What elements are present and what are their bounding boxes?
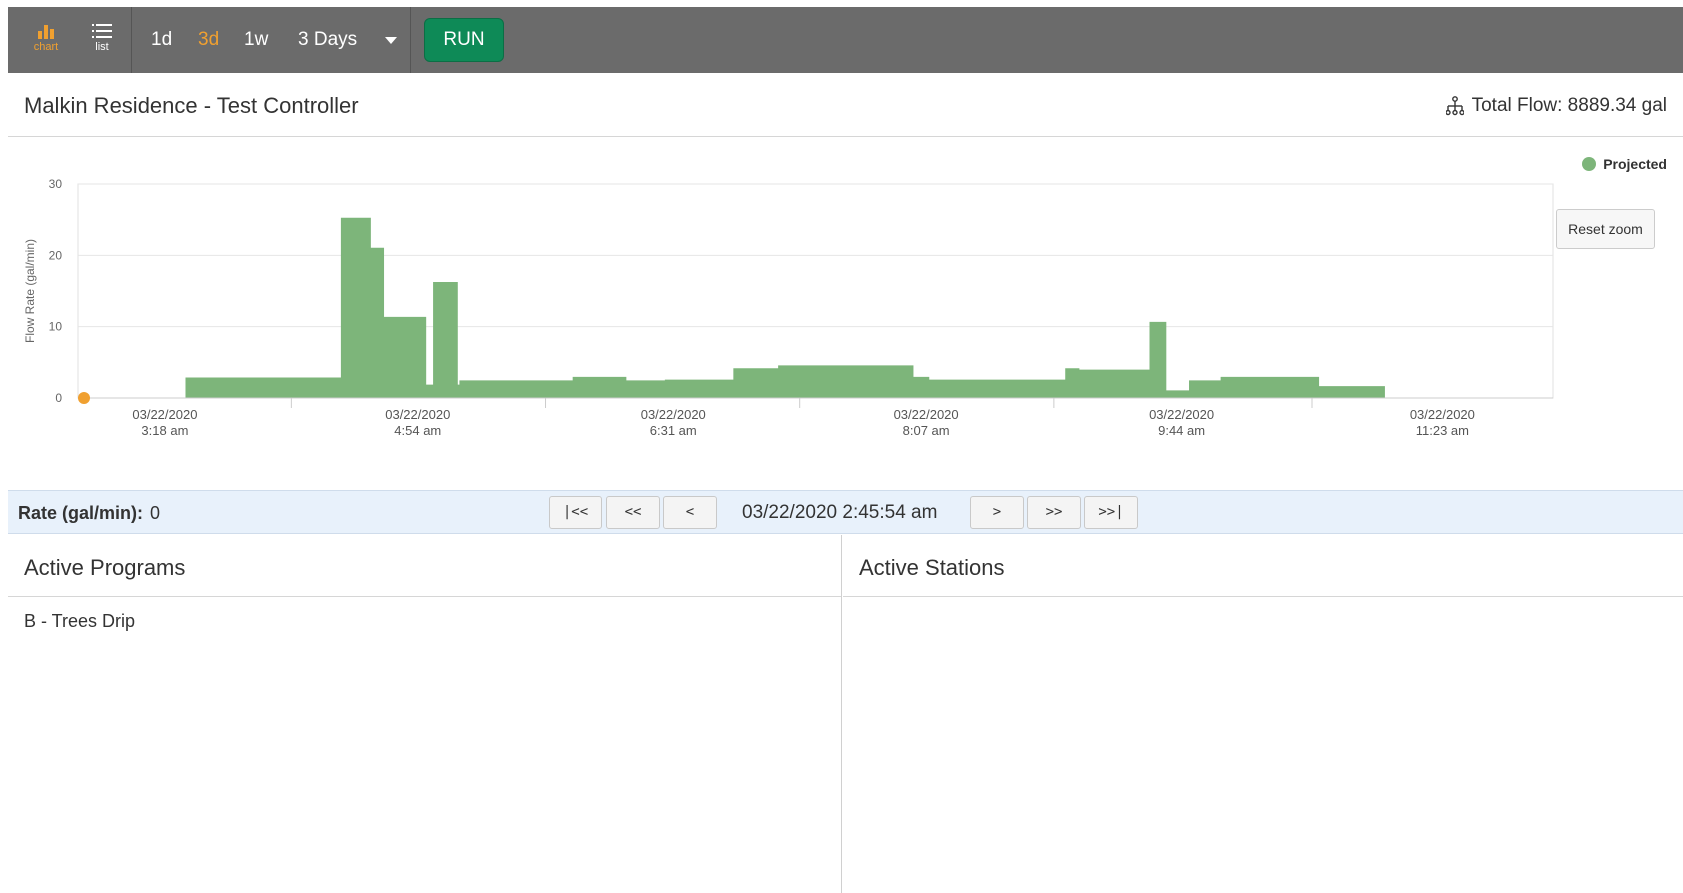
x-tick-time-label: 9:44 am xyxy=(1158,423,1205,438)
view-list-label: list xyxy=(95,41,109,53)
x-tick-date-label: 03/22/2020 xyxy=(1410,407,1475,422)
flow-tree-icon xyxy=(1445,96,1464,116)
range-3d-button[interactable]: 3d xyxy=(198,29,219,51)
legend-label: Projected xyxy=(1603,156,1667,172)
y-tick-label: 20 xyxy=(49,248,63,262)
reset-zoom-button[interactable]: Reset zoom xyxy=(1556,209,1655,249)
range-1d-button[interactable]: 1d xyxy=(151,29,172,51)
x-tick-date-label: 03/22/2020 xyxy=(894,407,959,422)
active-programs-title: Active Programs xyxy=(24,555,186,580)
view-chart-button[interactable]: chart xyxy=(18,7,74,73)
total-flow: Total Flow: 8889.34 gal xyxy=(1445,95,1667,117)
toolbar-divider xyxy=(410,7,411,73)
legend-marker xyxy=(1582,157,1597,171)
program-item[interactable]: B - Trees Drip xyxy=(24,611,135,632)
x-tick-time-label: 11:23 am xyxy=(1416,423,1469,438)
range-select[interactable]: 3 Days xyxy=(298,29,357,51)
rate-label: Rate (gal/min): xyxy=(18,503,144,523)
view-chart-label: chart xyxy=(33,41,59,53)
range-1w-button[interactable]: 1w xyxy=(244,29,268,51)
nav-prev-big-button[interactable]: << xyxy=(606,496,660,529)
current-datetime: 03/22/2020 2:45:54 am xyxy=(742,502,938,523)
nav-first-button[interactable]: |<< xyxy=(549,496,602,529)
series-projected-area xyxy=(78,217,1553,399)
active-stations-panel: Active Stations xyxy=(843,535,1683,893)
flow-chart-svg[interactable]: 0102030Flow Rate (gal/min)03/22/20203:18… xyxy=(8,138,1683,490)
x-tick-date-label: 03/22/2020 xyxy=(132,407,197,422)
toolbar: chart list 1d 3d 1w 3 Days RUN xyxy=(8,7,1683,73)
active-programs-panel: Active Programs B - Trees Drip xyxy=(8,535,842,893)
x-tick-time-label: 4:54 am xyxy=(394,423,441,438)
nav-next-button[interactable]: > xyxy=(970,496,1024,529)
bar-chart-icon xyxy=(38,25,54,39)
x-tick-time-label: 6:31 am xyxy=(650,423,697,438)
page-title: Malkin Residence - Test Controller xyxy=(24,93,359,118)
active-stations-title: Active Stations xyxy=(859,555,1005,580)
run-button[interactable]: RUN xyxy=(424,18,504,62)
total-flow-text: Total Flow: 8889.34 gal xyxy=(1471,95,1667,116)
y-tick-label: 10 xyxy=(49,320,63,334)
view-list-button[interactable]: list xyxy=(74,7,130,73)
chevron-down-icon[interactable] xyxy=(385,37,397,44)
x-tick-date-label: 03/22/2020 xyxy=(385,407,450,422)
x-tick-time-label: 8:07 am xyxy=(903,423,950,438)
toolbar-divider xyxy=(131,7,132,73)
title-row: Malkin Residence - Test Controller Total… xyxy=(8,73,1683,137)
nav-next-big-button[interactable]: >> xyxy=(1027,496,1081,529)
x-tick-date-label: 03/22/2020 xyxy=(1149,407,1214,422)
flow-chart: 0 10 20 30 Flow Rate (gal/min) 03/22/2020 3:18… xyxy=(8,138,1683,490)
x-tick-date-label: 03/22/2020 xyxy=(641,407,706,422)
rate-value: 0 xyxy=(150,503,161,523)
active-programs-header: Active Programs xyxy=(8,535,841,597)
y-tick-label: 0 xyxy=(55,391,62,405)
current-position-marker[interactable] xyxy=(78,392,90,404)
x-tick-time-label: 3:18 am xyxy=(141,423,188,438)
y-tick-label: 30 xyxy=(49,177,63,191)
legend-projected[interactable]: Projected xyxy=(1582,156,1667,172)
nav-prev-button[interactable]: < xyxy=(663,496,717,529)
y-axis-title: Flow Rate (gal/min) xyxy=(23,239,37,343)
nav-last-button[interactable]: >>| xyxy=(1084,496,1138,529)
timeline-nav: Rate (gal/min): 0 |<< << < 03/22/2020 2:… xyxy=(8,490,1683,534)
active-stations-header: Active Stations xyxy=(843,535,1683,597)
list-icon xyxy=(92,24,112,38)
